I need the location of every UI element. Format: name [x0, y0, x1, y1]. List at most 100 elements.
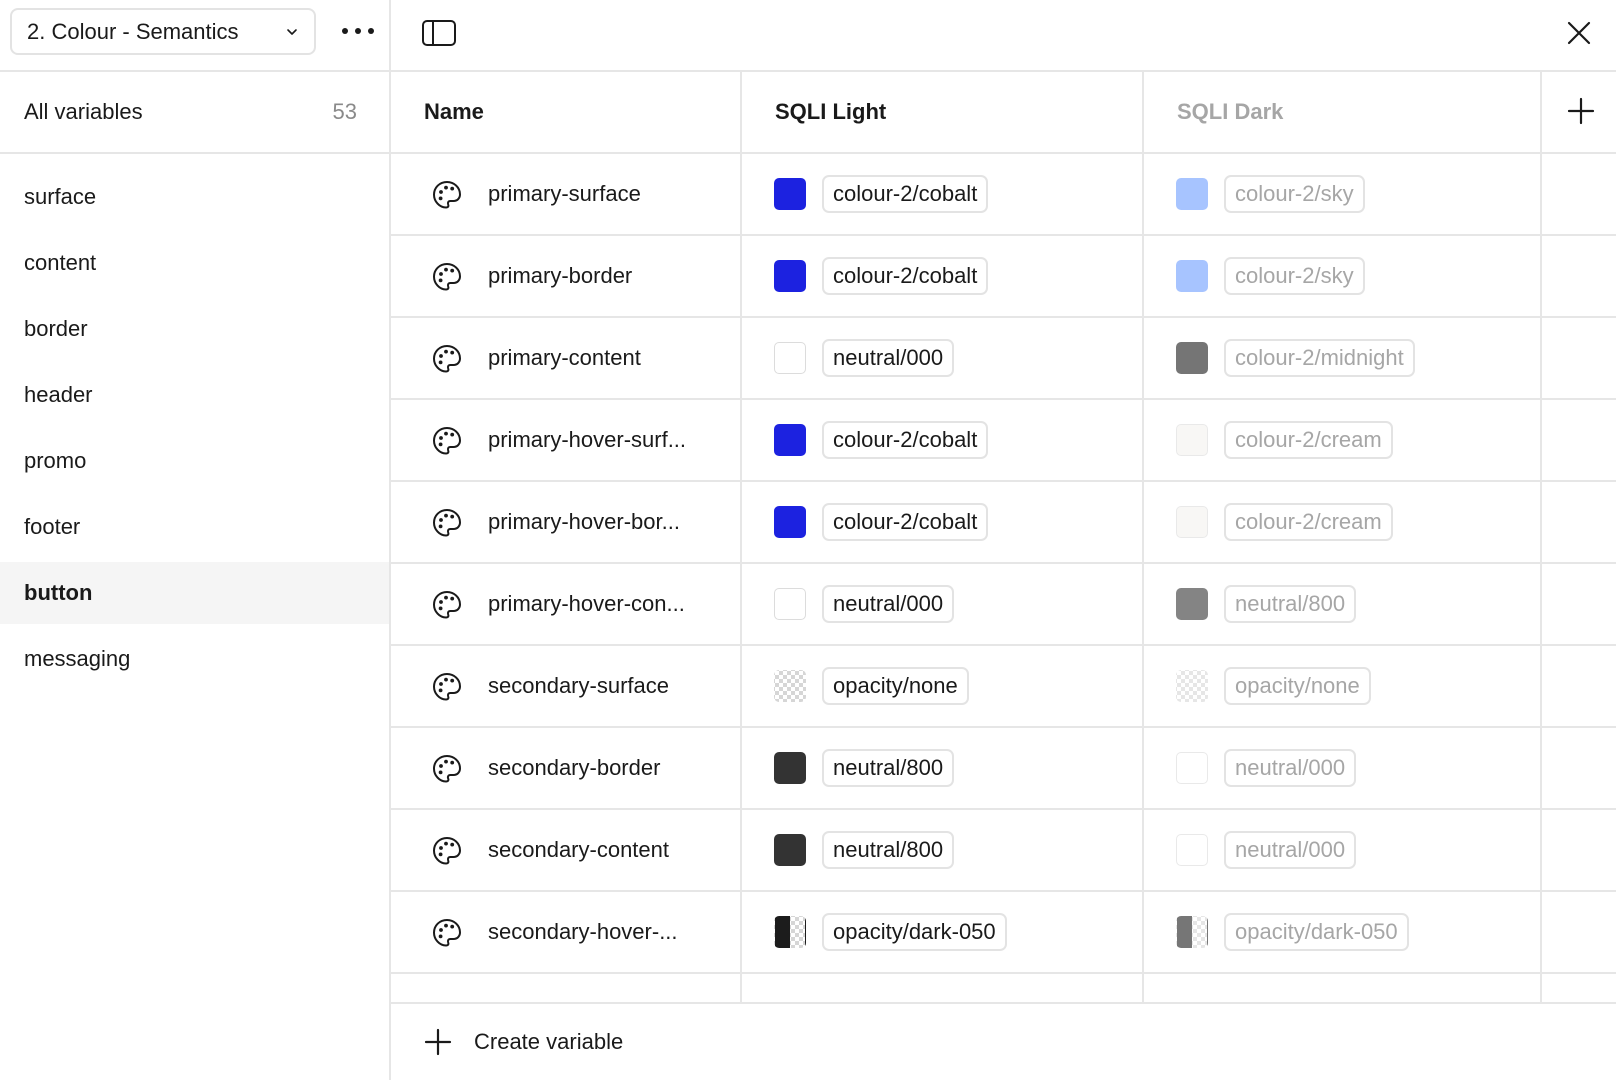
color-swatch-light[interactable] — [774, 342, 806, 374]
variable-name[interactable]: secondary-content — [488, 810, 669, 890]
color-swatch-light[interactable] — [774, 670, 806, 702]
light-value-cell[interactable]: colour-2/cobalt — [774, 503, 989, 541]
color-swatch-light[interactable] — [774, 178, 806, 210]
color-swatch-dark[interactable] — [1176, 916, 1208, 948]
sidebar-group-border[interactable]: border — [0, 298, 389, 360]
column-header-sqli-dark[interactable]: SQLI Dark — [1177, 72, 1283, 152]
table-row[interactable]: secondary-border neutral/800 neutral/000 — [391, 728, 1616, 810]
dark-alias-chip[interactable]: neutral/000 — [1224, 749, 1357, 787]
color-swatch-light[interactable] — [774, 260, 806, 292]
light-alias-chip[interactable]: neutral/000 — [822, 585, 955, 623]
dark-alias-chip[interactable]: colour-2/cream — [1224, 421, 1393, 459]
light-value-cell[interactable]: neutral/000 — [774, 585, 955, 623]
dark-value-cell[interactable]: colour-2/sky — [1176, 257, 1365, 295]
column-header-sqli-light[interactable]: SQLI Light — [775, 72, 886, 152]
light-value-cell[interactable]: colour-2/cobalt — [774, 421, 989, 459]
light-alias-chip[interactable]: colour-2/cobalt — [822, 503, 989, 541]
dark-alias-chip[interactable]: colour-2/cream — [1224, 503, 1393, 541]
sidebar-group-surface[interactable]: surface — [0, 166, 389, 228]
variable-name[interactable]: secondary-hover-... — [488, 892, 678, 972]
table-row[interactable]: primary-surface colour-2/cobalt colour-2/s… — [391, 154, 1616, 236]
dark-value-cell[interactable]: neutral/000 — [1176, 749, 1357, 787]
sidebar-group-content[interactable]: content — [0, 232, 389, 294]
light-alias-chip[interactable]: neutral/800 — [822, 831, 955, 869]
dark-value-cell[interactable]: neutral/800 — [1176, 585, 1357, 623]
color-swatch-light[interactable] — [774, 752, 806, 784]
variable-name[interactable]: primary-hover-surf... — [488, 400, 686, 480]
dark-value-cell[interactable]: colour-2/sky — [1176, 175, 1365, 213]
variable-name[interactable]: secondary-border — [488, 728, 660, 808]
sidebar-group-header[interactable]: header — [0, 364, 389, 426]
light-value-cell[interactable]: opacity/dark-050 — [774, 913, 1007, 951]
color-swatch-light[interactable] — [774, 424, 806, 456]
sidebar-group-promo[interactable]: promo — [0, 430, 389, 492]
dark-alias-chip[interactable]: opacity/none — [1224, 667, 1371, 705]
variable-name[interactable]: primary-surface — [488, 154, 641, 234]
dark-alias-chip[interactable]: neutral/800 — [1224, 585, 1357, 623]
table-row[interactable]: primary-hover-con... neutral/000 neutral/8… — [391, 564, 1616, 646]
plus-icon[interactable] — [1566, 96, 1596, 126]
light-value-cell[interactable]: opacity/none — [774, 667, 969, 705]
color-swatch-dark[interactable] — [1176, 424, 1208, 456]
table-row[interactable]: primary-hover-surf... colour-2/cobalt colo… — [391, 400, 1616, 482]
table-row[interactable]: secondary-surface opacity/none opacity/non… — [391, 646, 1616, 728]
light-value-cell[interactable]: colour-2/cobalt — [774, 257, 989, 295]
close-icon[interactable] — [1562, 16, 1596, 50]
variable-name[interactable]: primary-hover-bor... — [488, 482, 680, 562]
light-alias-chip[interactable]: colour-2/cobalt — [822, 175, 989, 213]
dark-alias-chip[interactable]: colour-2/sky — [1224, 175, 1365, 213]
light-alias-chip[interactable]: colour-2/cobalt — [822, 421, 989, 459]
color-swatch-dark[interactable] — [1176, 670, 1208, 702]
variable-name[interactable]: primary-border — [488, 236, 632, 316]
color-swatch-dark[interactable] — [1176, 178, 1208, 210]
dark-alias-chip[interactable]: colour-2/midnight — [1224, 339, 1415, 377]
color-swatch-dark[interactable] — [1176, 506, 1208, 538]
create-variable-button[interactable]: Create variable — [391, 1002, 1616, 1080]
dark-alias-chip[interactable]: colour-2/sky — [1224, 257, 1365, 295]
dark-value-cell[interactable]: colour-2/cream — [1176, 503, 1393, 541]
table-row[interactable]: secondary-content neutral/800 neutral/000 — [391, 810, 1616, 892]
color-swatch-light[interactable] — [774, 506, 806, 538]
color-swatch-dark[interactable] — [1176, 588, 1208, 620]
light-value-cell[interactable]: neutral/000 — [774, 339, 955, 377]
light-alias-chip[interactable]: opacity/none — [822, 667, 969, 705]
sidebar-toggle-icon[interactable] — [421, 18, 457, 48]
color-swatch-dark[interactable] — [1176, 260, 1208, 292]
light-value-cell[interactable]: colour-2/cobalt — [774, 175, 989, 213]
light-alias-chip[interactable]: neutral/000 — [822, 339, 955, 377]
table-row[interactable]: primary-content neutral/000 colour-2/midni… — [391, 318, 1616, 400]
sidebar-group-button[interactable]: button — [0, 562, 389, 624]
variable-name[interactable]: secondary-surface — [488, 646, 669, 726]
dark-value-cell[interactable]: neutral/000 — [1176, 831, 1357, 869]
table-row[interactable]: secondary-hover-... opacity/dark-050 opaci… — [391, 892, 1616, 974]
light-alias-chip[interactable]: opacity/dark-050 — [822, 913, 1007, 951]
variable-name[interactable]: primary-content — [488, 318, 641, 398]
dark-alias-chip[interactable]: neutral/000 — [1224, 831, 1357, 869]
sidebar-group-footer[interactable]: footer — [0, 496, 389, 558]
table-row[interactable]: primary-hover-bor... colour-2/cobalt colou… — [391, 482, 1616, 564]
dark-alias-chip[interactable]: opacity/dark-050 — [1224, 913, 1409, 951]
color-swatch-dark[interactable] — [1176, 834, 1208, 866]
dark-value-cell[interactable]: colour-2/cream — [1176, 421, 1393, 459]
group-list: surface content border header promo footer but… — [0, 154, 389, 690]
color-swatch-light[interactable] — [774, 588, 806, 620]
color-swatch-dark[interactable] — [1176, 342, 1208, 374]
palette-icon — [432, 836, 462, 865]
light-alias-chip[interactable]: neutral/800 — [822, 749, 955, 787]
light-value-cell[interactable]: neutral/800 — [774, 831, 955, 869]
variable-name[interactable]: primary-hover-con... — [488, 564, 685, 644]
dark-value-cell[interactable]: colour-2/midnight — [1176, 339, 1415, 377]
collection-dropdown[interactable]: 2. Colour - Semantics — [10, 8, 316, 55]
more-horizontal-icon — [342, 28, 374, 34]
color-swatch-light[interactable] — [774, 916, 806, 948]
all-variables-item[interactable]: All variables 53 — [0, 72, 389, 154]
table-row[interactable]: primary-border colour-2/cobalt colour-2/sk… — [391, 236, 1616, 318]
light-value-cell[interactable]: neutral/800 — [774, 749, 955, 787]
light-alias-chip[interactable]: colour-2/cobalt — [822, 257, 989, 295]
color-swatch-dark[interactable] — [1176, 752, 1208, 784]
color-swatch-light[interactable] — [774, 834, 806, 866]
more-options-button[interactable] — [336, 14, 380, 48]
sidebar-group-messaging[interactable]: messaging — [0, 628, 389, 690]
dark-value-cell[interactable]: opacity/none — [1176, 667, 1371, 705]
dark-value-cell[interactable]: opacity/dark-050 — [1176, 913, 1409, 951]
